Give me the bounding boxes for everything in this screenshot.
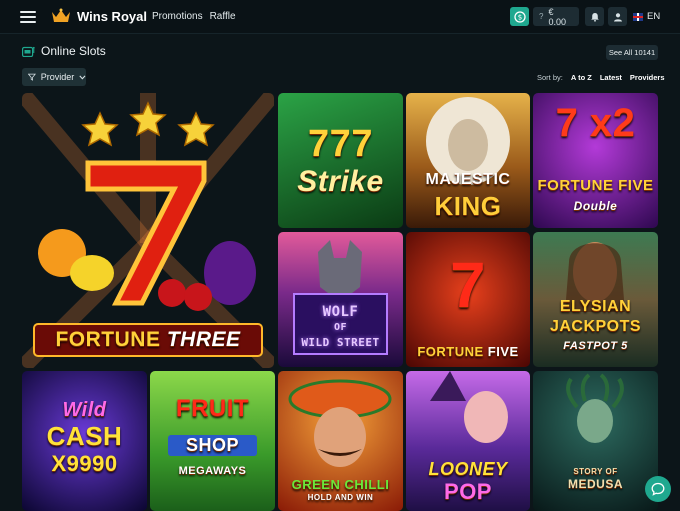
- game-title-line2: MEDUSA: [567, 477, 623, 491]
- crown-icon: [52, 8, 70, 22]
- section-header: Online Slots: [22, 44, 106, 58]
- nav-promotions[interactable]: Promotions: [152, 11, 203, 22]
- game-title-line2: FORTUNE: [417, 344, 484, 359]
- game-tile-777-strike[interactable]: 777 Strike: [278, 93, 403, 228]
- game-title-line3: Double: [573, 199, 618, 213]
- game-tile-majestic-king[interactable]: MAJESTIC KING: [406, 93, 530, 228]
- sort-a-to-z[interactable]: A to Z: [571, 73, 592, 82]
- game-tile-wild-cash[interactable]: Wild CASH X9990: [22, 371, 147, 511]
- notifications-button[interactable]: [585, 7, 604, 26]
- game-title-line1: Wild: [62, 399, 107, 421]
- sort-latest[interactable]: Latest: [600, 73, 622, 82]
- game-title-line2: FORTUNE FIVE: [537, 177, 654, 194]
- game-title-line1: 777: [308, 123, 373, 165]
- game-title-line3: WILD STREET: [301, 336, 380, 349]
- balance-value: € 0.00: [548, 6, 566, 27]
- filter-icon: [28, 73, 36, 81]
- language-code: EN: [647, 11, 661, 22]
- game-title-line3: X9990: [51, 451, 118, 476]
- game-title-line1: FRUIT: [175, 395, 250, 422]
- header-tools: $ ? € 0.00 EN: [510, 6, 660, 27]
- game-title-line2: KING: [434, 191, 502, 221]
- game-title-line2: OF: [333, 322, 348, 333]
- game-title-line2: CASH: [46, 421, 123, 451]
- nav-raffle[interactable]: Raffle: [210, 11, 236, 22]
- provider-label: Provider: [40, 72, 75, 82]
- game-title-line2: SHOP: [168, 435, 257, 456]
- game-title-line1: STORY OF: [573, 467, 618, 476]
- game-title-line1: LOONEY: [428, 459, 508, 479]
- game-title-line1: WOLF: [322, 304, 359, 320]
- game-title-line1: FORTUNE: [55, 328, 161, 351]
- uk-flag-icon: [633, 12, 643, 21]
- top-bar: Wins Royal Promotions Raffle $ ? € 0.00: [0, 0, 680, 34]
- account-button[interactable]: [608, 7, 627, 26]
- game-title-line1: GREEN CHILLI: [291, 477, 390, 492]
- game-tile-fruit-shop-megaways[interactable]: FRUIT SHOP MEGAWAYS: [150, 371, 275, 511]
- sort-bar: Sort by: A to Z Latest Providers: [537, 73, 665, 82]
- see-all-button[interactable]: See All 10141: [606, 45, 658, 60]
- game-title-line1: 7 x2: [555, 101, 636, 145]
- live-chat-button[interactable]: [645, 476, 671, 502]
- game-tile-fortune-five[interactable]: 7 FORTUNE FIVE: [406, 232, 530, 367]
- game-title-line2: POP: [444, 479, 492, 504]
- svg-text:$: $: [517, 13, 521, 21]
- cashier-button[interactable]: $: [510, 7, 529, 26]
- section-title: Online Slots: [41, 44, 106, 58]
- game-title-line1: ELYSIAN: [559, 298, 632, 315]
- bell-icon: [590, 12, 599, 22]
- sort-label: Sort by:: [537, 73, 563, 82]
- game-title-line3: MEGAWAYS: [178, 465, 247, 477]
- language-selector[interactable]: EN: [633, 11, 660, 22]
- sort-providers[interactable]: Providers: [630, 73, 665, 82]
- user-icon: [613, 12, 622, 21]
- provider-filter[interactable]: Provider: [22, 68, 86, 86]
- chevron-down-icon: [79, 75, 86, 80]
- game-tile-story-of-medusa[interactable]: STORY OF MEDUSA: [533, 371, 658, 511]
- brand-name: Wins Royal: [77, 8, 147, 24]
- balance-display[interactable]: ? € 0.00: [533, 6, 579, 27]
- help-icon: ?: [539, 12, 544, 21]
- game-title-line2: JACKPOTS: [549, 318, 642, 335]
- main-nav: Promotions Raffle: [152, 11, 236, 22]
- game-tile-fortune-three[interactable]: FORTUNE THREE: [22, 93, 274, 368]
- game-title-line2: HOLD AND WIN: [307, 493, 374, 502]
- game-tile-green-chilli[interactable]: GREEN CHILLI HOLD AND WIN: [278, 371, 403, 511]
- slot-machine-icon: [22, 46, 35, 57]
- game-title-line1: 7: [449, 249, 487, 321]
- wallet-icon: $: [513, 10, 526, 23]
- game-title-line1: MAJESTIC: [425, 171, 511, 188]
- game-tile-looney-pop[interactable]: LOONEY POP: [406, 371, 530, 511]
- game-tile-elysian-jackpots[interactable]: ELYSIAN JACKPOTS FASTPOT 5: [533, 232, 658, 367]
- game-title-line3: FIVE: [487, 344, 519, 359]
- brand-logo[interactable]: Wins Royal: [51, 8, 147, 24]
- menu-icon[interactable]: [20, 11, 36, 23]
- game-tile-fortune-five-double[interactable]: 7 x2 FORTUNE FIVE Double: [533, 93, 658, 228]
- game-tile-wolf-of-wild-street[interactable]: WOLF OF WILD STREET: [278, 232, 403, 367]
- fortune-three-art: [22, 93, 274, 368]
- game-title-line2: THREE: [166, 328, 241, 351]
- game-title-line3: FASTPOT 5: [563, 340, 628, 352]
- game-title-line2: Strike: [297, 165, 384, 198]
- chat-bubble-icon: [651, 482, 665, 496]
